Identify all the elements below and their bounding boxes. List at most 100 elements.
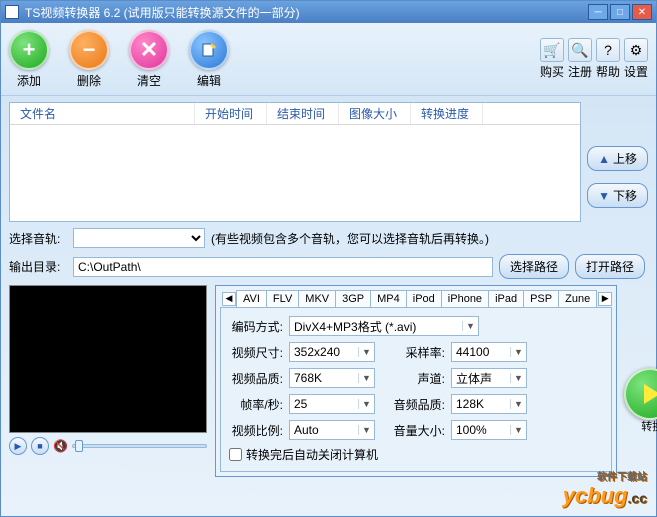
volume-label: 音量大小: (381, 422, 445, 439)
arrow-down-icon: ▼ (598, 189, 610, 203)
chevron-down-icon: ▼ (462, 321, 478, 331)
ratio-combo[interactable]: Auto▼ (289, 420, 375, 440)
delete-label: 删除 (77, 72, 101, 89)
cart-icon: 🛒 (540, 38, 564, 62)
help-button[interactable]: ? 帮助 (596, 38, 620, 80)
aquality-value: 128K (452, 397, 510, 411)
edit-button[interactable]: 编辑 (189, 30, 229, 89)
tab-mp4[interactable]: MP4 (370, 290, 407, 307)
buy-button[interactable]: 🛒 购买 (540, 38, 564, 80)
shutdown-checkbox[interactable] (229, 448, 242, 461)
minimize-button[interactable]: ─ (588, 4, 608, 20)
seek-slider[interactable] (72, 444, 207, 448)
add-button[interactable]: + 添加 (9, 30, 49, 89)
audiotrack-label: 选择音轨: (9, 230, 67, 247)
file-list[interactable]: 文件名 开始时间 结束时间 图像大小 转换进度 (9, 102, 581, 222)
maximize-button[interactable]: □ (610, 4, 630, 20)
vquality-label: 视频品质: (229, 370, 283, 387)
chevron-down-icon: ▼ (358, 347, 374, 357)
chevron-down-icon: ▼ (358, 425, 374, 435)
channel-combo[interactable]: 立体声▼ (451, 368, 527, 388)
fps-value: 25 (290, 397, 358, 411)
aquality-combo[interactable]: 128K▼ (451, 394, 527, 414)
clear-button[interactable]: ✕ 清空 (129, 30, 169, 89)
x-icon: ✕ (129, 30, 169, 70)
sample-combo[interactable]: 44100▼ (451, 342, 527, 362)
chevron-down-icon: ▼ (358, 399, 374, 409)
preview-screen (9, 285, 207, 433)
fps-combo[interactable]: 25▼ (289, 394, 375, 414)
fps-label: 帧率/秒: (229, 396, 283, 413)
audiotrack-select[interactable] (73, 228, 205, 248)
aquality-label: 音频品质: (381, 396, 445, 413)
size-value: 352x240 (290, 345, 358, 359)
choose-path-button[interactable]: 选择路径 (499, 254, 569, 279)
clear-label: 清空 (137, 72, 161, 89)
move-up-button[interactable]: ▲ 上移 (587, 146, 648, 171)
register-button[interactable]: 🔍 注册 (568, 38, 592, 80)
edit-icon (189, 30, 229, 70)
main-toolbar: + 添加 − 删除 ✕ 清空 编辑 🛒 购买 (1, 23, 656, 96)
play-button[interactable]: ▶ (9, 437, 27, 455)
convert-label: 转换 (622, 418, 657, 434)
encode-label: 编码方式: (229, 318, 283, 335)
move-down-button[interactable]: ▼ 下移 (587, 183, 648, 208)
list-header: 文件名 开始时间 结束时间 图像大小 转换进度 (10, 103, 580, 125)
tab-3gp[interactable]: 3GP (335, 290, 371, 307)
tab-scroll-right[interactable]: ▶ (598, 292, 612, 306)
app-icon (5, 5, 19, 19)
chevron-down-icon: ▼ (510, 399, 526, 409)
plus-icon: + (9, 30, 49, 70)
register-label: 注册 (568, 63, 592, 80)
chevron-down-icon: ▼ (510, 373, 526, 383)
outputdir-input[interactable] (73, 257, 493, 277)
help-icon: ? (596, 38, 620, 62)
key-icon: 🔍 (568, 38, 592, 62)
move-up-label: 上移 (613, 150, 637, 167)
col-progress[interactable]: 转换进度 (411, 103, 483, 124)
tab-ipad[interactable]: iPad (488, 290, 524, 307)
delete-button[interactable]: − 删除 (69, 30, 109, 89)
channel-label: 声道: (381, 370, 445, 387)
arrow-up-icon: ▲ (598, 152, 610, 166)
col-endtime[interactable]: 结束时间 (267, 103, 339, 124)
ratio-label: 视频比例: (229, 422, 283, 439)
volume-combo[interactable]: 100%▼ (451, 420, 527, 440)
chevron-down-icon: ▼ (510, 425, 526, 435)
help-label: 帮助 (596, 63, 620, 80)
col-imagesize[interactable]: 图像大小 (339, 103, 411, 124)
window-title: TS视频转换器 6.2 (试用版只能转换源文件的一部分) (25, 4, 588, 21)
tab-psp[interactable]: PSP (523, 290, 559, 307)
format-tabs: ◀ AVI FLV MKV 3GP MP4 iPod iPhone iPad P… (216, 286, 616, 307)
stop-button[interactable]: ■ (31, 437, 49, 455)
tab-ipod[interactable]: iPod (406, 290, 442, 307)
col-starttime[interactable]: 开始时间 (195, 103, 267, 124)
sample-value: 44100 (452, 345, 510, 359)
edit-label: 编辑 (197, 72, 221, 89)
outputdir-label: 输出目录: (9, 258, 67, 275)
tab-zune[interactable]: Zune (558, 290, 597, 307)
volume-icon[interactable]: 🔇 (53, 439, 68, 453)
settings-button[interactable]: ⚙ 设置 (624, 38, 648, 80)
size-label: 视频尺寸: (229, 344, 283, 361)
audiotrack-hint: (有些视频包含多个音轨，您可以选择音轨后再转换。) (211, 230, 489, 247)
minus-icon: − (69, 30, 109, 70)
settings-label: 设置 (624, 63, 648, 80)
tab-scroll-left[interactable]: ◀ (222, 292, 236, 306)
vquality-combo[interactable]: 768K▼ (289, 368, 375, 388)
tab-flv[interactable]: FLV (266, 290, 299, 307)
move-down-label: 下移 (613, 187, 637, 204)
titlebar: TS视频转换器 6.2 (试用版只能转换源文件的一部分) ─ □ ✕ (1, 1, 656, 23)
encode-combo[interactable]: DivX4+MP3格式 (*.avi) ▼ (289, 316, 479, 336)
channel-value: 立体声 (452, 370, 510, 387)
close-button[interactable]: ✕ (632, 4, 652, 20)
encode-value: DivX4+MP3格式 (*.avi) (290, 318, 462, 335)
size-combo[interactable]: 352x240▼ (289, 342, 375, 362)
tab-iphone[interactable]: iPhone (441, 290, 489, 307)
tab-avi[interactable]: AVI (236, 290, 267, 307)
slider-thumb[interactable] (75, 440, 83, 452)
tab-mkv[interactable]: MKV (298, 290, 336, 307)
open-path-button[interactable]: 打开路径 (575, 254, 645, 279)
sample-label: 采样率: (381, 344, 445, 361)
col-filename[interactable]: 文件名 (10, 103, 195, 124)
